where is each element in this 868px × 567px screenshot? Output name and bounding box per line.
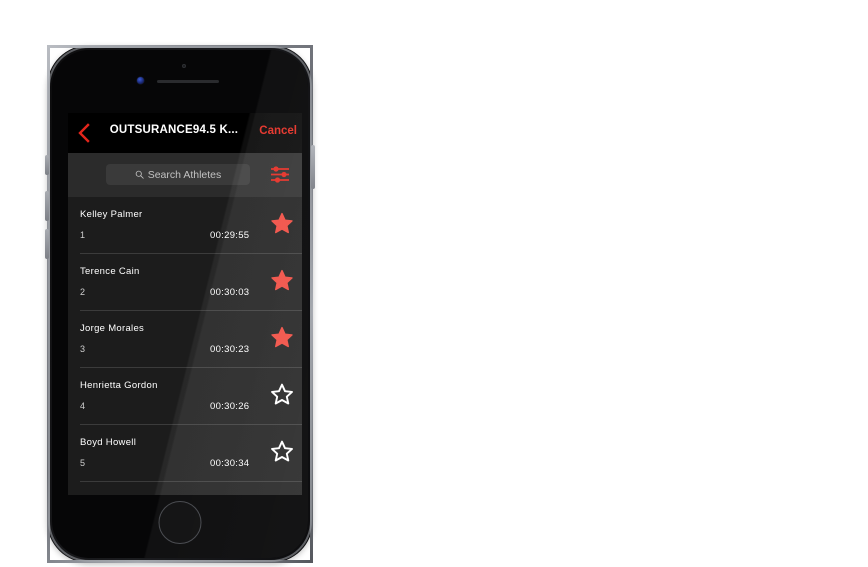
athlete-name: Boyd Howell (80, 437, 137, 448)
navigation-bar: OUTSURANCE94.5 K... Cancel (68, 113, 302, 155)
star-outline-icon (271, 440, 293, 462)
athlete-time: 00:30:23 (210, 344, 250, 355)
list-item[interactable]: Terence Cain 2 00:30:03 (68, 254, 302, 311)
athlete-name: Terence Cain (80, 266, 140, 277)
athlete-time: 00:30:03 (210, 287, 250, 298)
athlete-name: Henrietta Gordon (80, 380, 158, 391)
athlete-name: Kelley Palmer (80, 209, 143, 220)
athlete-rank: 4 (80, 401, 86, 411)
athlete-time: 00:30:34 (210, 458, 250, 469)
star-outline-icon (271, 383, 293, 405)
athlete-rank: 3 (80, 344, 86, 354)
favorite-star-button[interactable] (270, 382, 294, 406)
athlete-rank: 5 (80, 458, 86, 468)
athlete-rank: 1 (80, 230, 86, 240)
front-camera-icon (137, 77, 144, 84)
athlete-time: 00:30:26 (210, 401, 250, 412)
filter-sliders-icon (271, 166, 289, 183)
search-placeholder: Search Athletes (147, 168, 222, 181)
back-button[interactable] (75, 122, 93, 144)
favorite-star-button[interactable] (270, 211, 294, 235)
volume-down-button[interactable] (45, 229, 49, 259)
proximity-sensor-icon (182, 64, 186, 68)
athlete-name: Jorge Morales (80, 323, 145, 334)
earpiece-speaker-icon (157, 80, 219, 83)
chevron-left-icon (78, 123, 90, 143)
star-filled-icon (271, 326, 293, 348)
favorite-star-button[interactable] (270, 325, 294, 349)
volume-up-button[interactable] (45, 191, 49, 221)
phone-screen: OUTSURANCE94.5 K... Cancel Search Athlet… (68, 113, 302, 495)
list-item[interactable]: Kelley Palmer 1 00:29:55 (68, 197, 302, 254)
search-icon (135, 170, 144, 179)
athlete-rank: 2 (80, 287, 86, 297)
list-item[interactable]: Boyd Howell 5 00:30:34 (68, 425, 302, 482)
silent-switch[interactable] (45, 155, 49, 175)
search-bar-container: Search Athletes (68, 153, 302, 197)
cancel-button[interactable]: Cancel (259, 125, 297, 137)
favorite-star-button[interactable] (270, 439, 294, 463)
power-button[interactable] (311, 145, 315, 189)
athlete-list: Kelley Palmer 1 00:29:55 Terence Cain 2 (68, 197, 302, 495)
star-filled-icon (271, 269, 293, 291)
page-title: OUTSURANCE94.5 K... (109, 124, 239, 136)
screenshot-canvas: OUTSURANCE94.5 K... Cancel Search Athlet… (0, 0, 868, 567)
filter-button[interactable] (270, 165, 290, 184)
list-item[interactable]: Henrietta Gordon 4 00:30:26 (68, 368, 302, 425)
phone-device: OUTSURANCE94.5 K... Cancel Search Athlet… (45, 45, 315, 563)
home-button[interactable] (158, 501, 202, 544)
row-separator (80, 481, 302, 482)
list-item[interactable]: Jorge Morales 3 00:30:23 (68, 311, 302, 368)
search-input[interactable]: Search Athletes (106, 164, 250, 185)
favorite-star-button[interactable] (270, 268, 294, 292)
star-filled-icon (271, 212, 293, 234)
athlete-time: 00:29:55 (210, 230, 250, 241)
phone-body: OUTSURANCE94.5 K... Cancel Search Athlet… (52, 50, 308, 558)
